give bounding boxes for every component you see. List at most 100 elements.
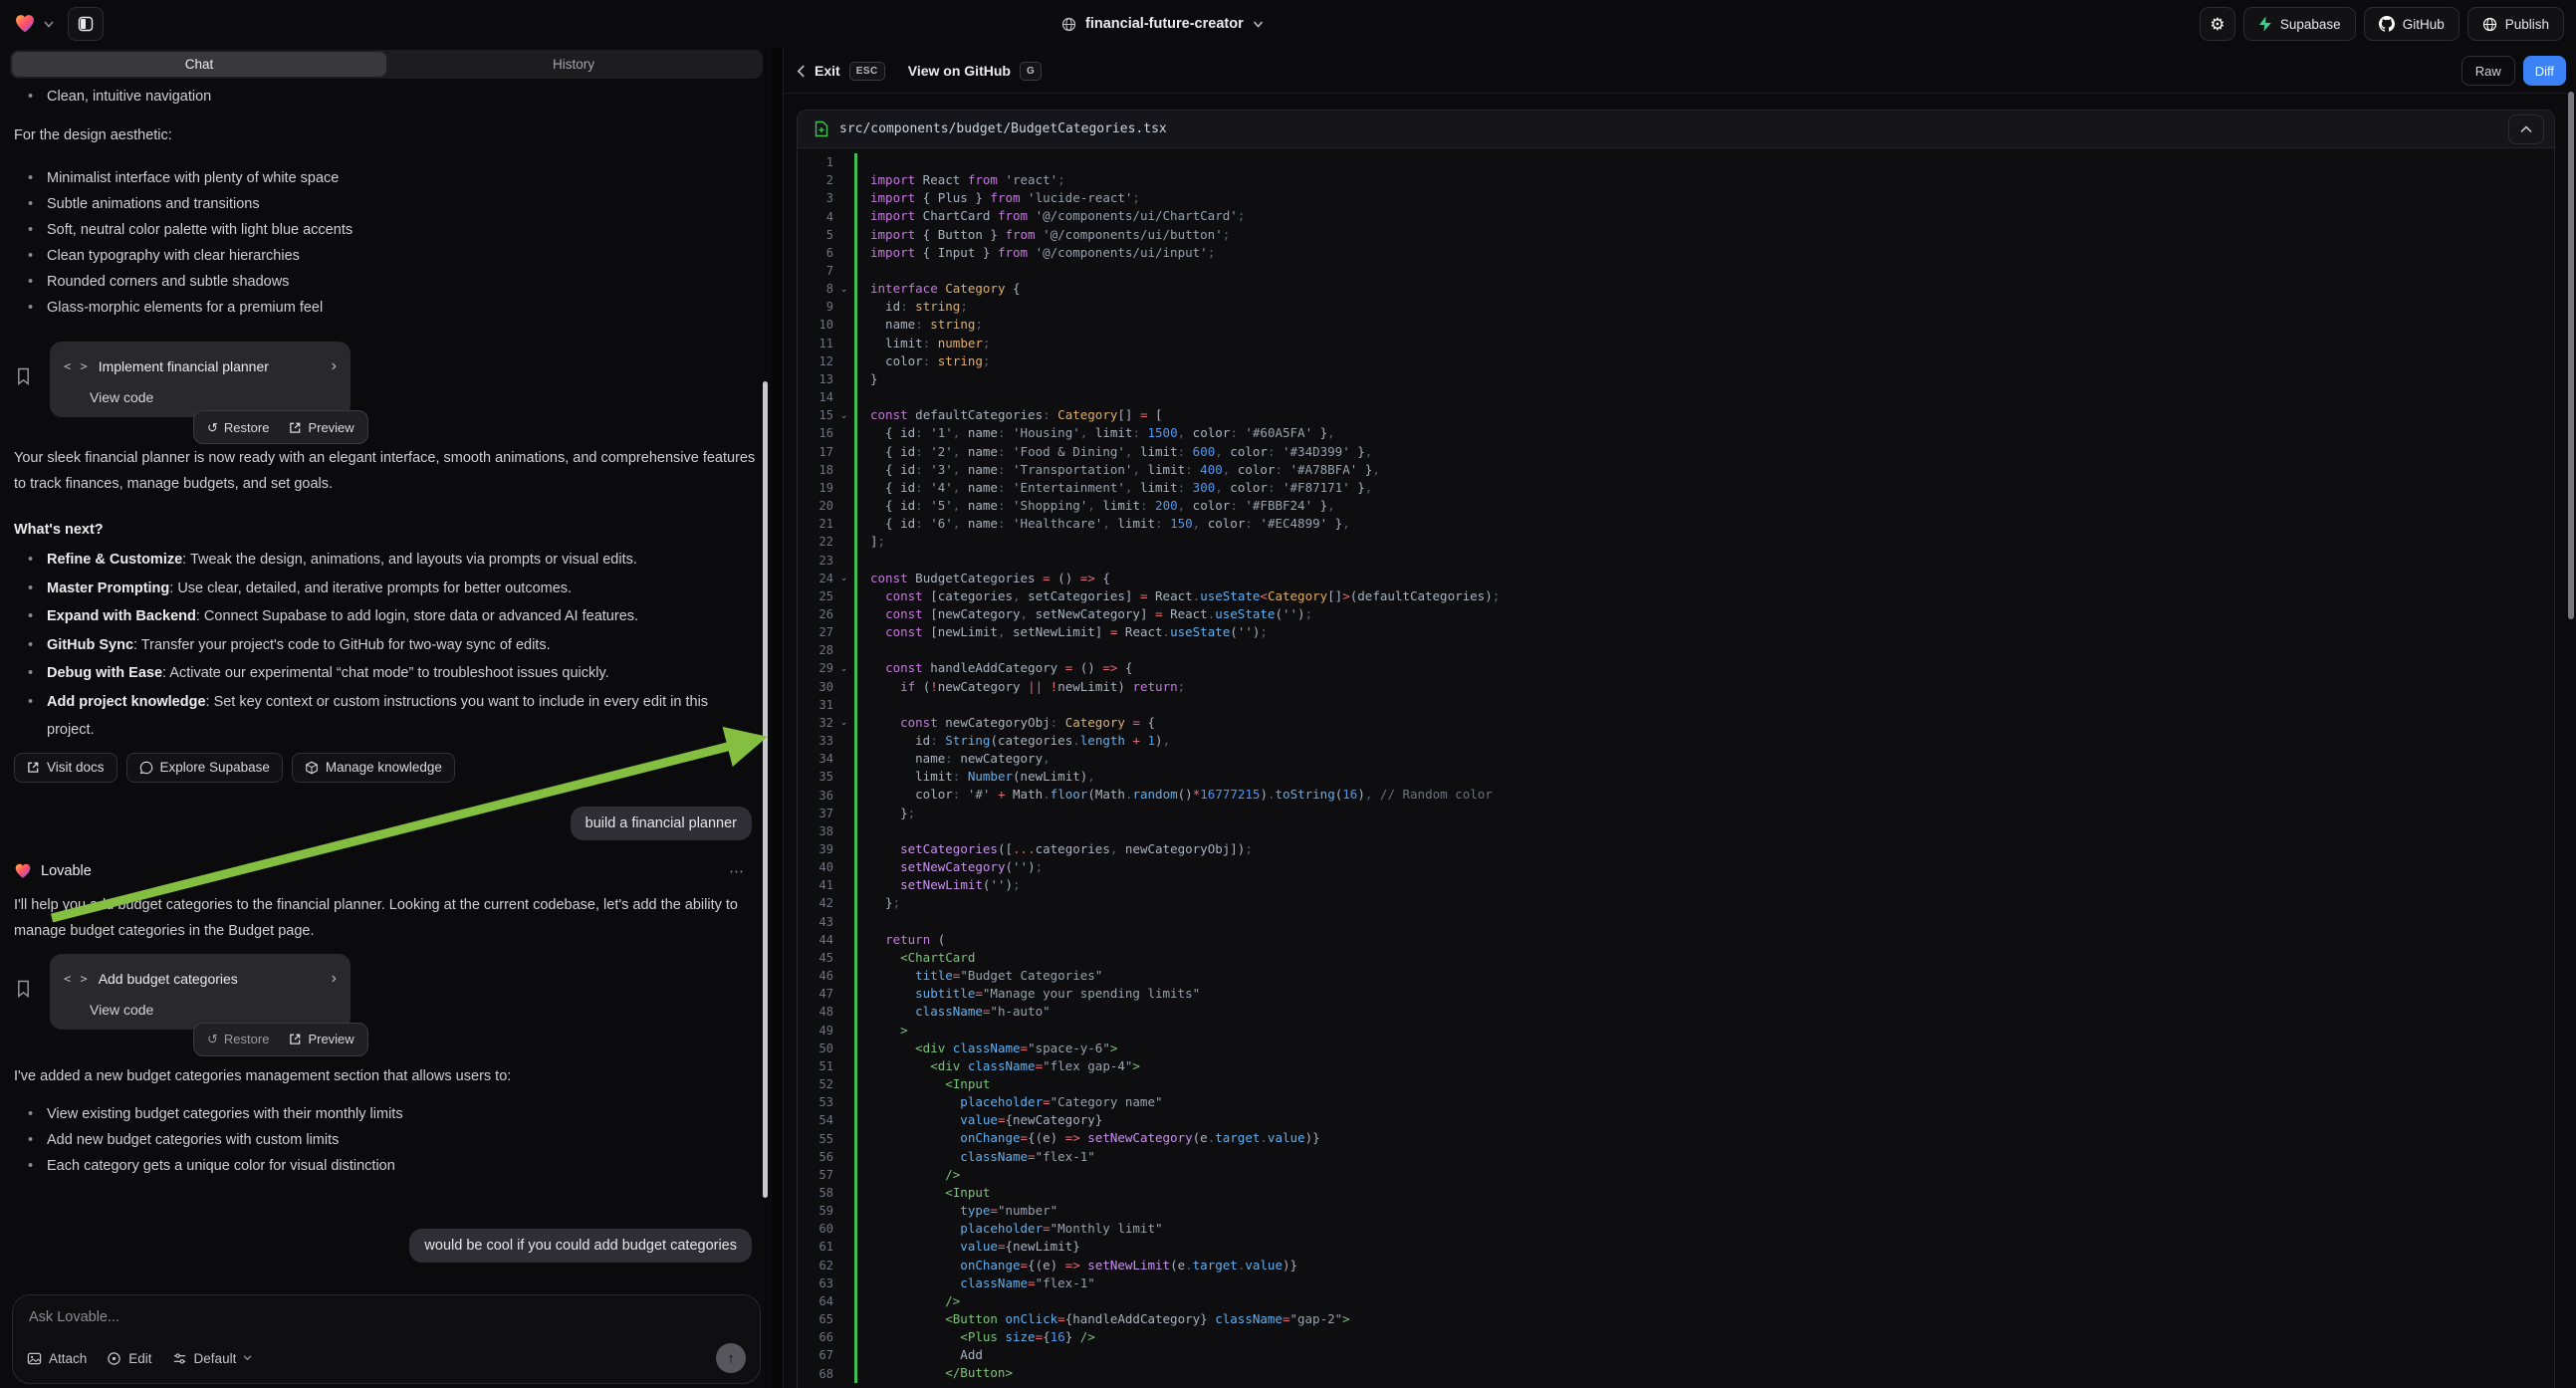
code-line: 59 type="number" (798, 1202, 2554, 1220)
manage-knowledge-button[interactable]: Manage knowledge (292, 753, 455, 783)
code-line: 2import React from 'react'; (798, 171, 2554, 189)
chat-history-tabs: Chat History (10, 50, 763, 79)
list-item: •Minimalist interface with plenty of whi… (14, 165, 758, 191)
code-line: 41 setNewLimit(''); (798, 876, 2554, 894)
code-line: 30 if (!newCategory || !newLimit) return… (798, 678, 2554, 696)
code-line: 21 { id: '6', name: 'Healthcare', limit:… (798, 515, 2554, 533)
code-line: 49 > (798, 1022, 2554, 1040)
list-item: •Soft, neutral color palette with light … (14, 217, 758, 243)
tab-history[interactable]: History (386, 52, 761, 77)
design-bullet-list: •Minimalist interface with plenty of whi… (14, 165, 758, 321)
code-line: 6import { Input } from '@/components/ui/… (798, 244, 2554, 262)
code-line: 50 <div className="space-y-6"> (798, 1040, 2554, 1057)
raw-toggle-button[interactable]: Raw (2461, 56, 2515, 86)
code-line: 27 const [newLimit, setNewLimit] = React… (798, 623, 2554, 641)
supabase-button[interactable]: Supabase (2243, 7, 2356, 41)
bookmark-icon[interactable] (16, 954, 50, 1030)
chat-scroll-area[interactable]: •Clean, intuitive navigation For the des… (0, 84, 772, 1288)
whats-next-heading: What's next? (14, 517, 758, 543)
user-message: would be cool if you could add budget ca… (409, 1229, 752, 1263)
list-item: •Debug with Ease: Activate our experimen… (14, 659, 758, 688)
code-line: 45 <ChartCard (798, 949, 2554, 967)
list-item: •Clean, intuitive navigation (14, 84, 758, 110)
preview-button[interactable]: Preview (280, 420, 362, 435)
code-line: 55 onChange={(e) => setNewCategory(e.tar… (798, 1129, 2554, 1147)
code-line: 33 id: String(categories.length + 1), (798, 732, 2554, 750)
code-line: 19 { id: '4', name: 'Entertainment', lim… (798, 479, 2554, 497)
composer[interactable]: Ask Lovable... Attach Edit Default ↑ (12, 1294, 761, 1384)
code-panel-scrollbar[interactable] (2568, 92, 2574, 619)
restore-button[interactable]: ↺Restore (198, 420, 278, 435)
diff-toggle-button[interactable]: Diff (2523, 56, 2566, 86)
send-button[interactable]: ↑ (716, 1343, 746, 1373)
explore-supabase-button[interactable]: Explore Supabase (126, 753, 283, 783)
list-item: •Rounded corners and subtle shadows (14, 269, 758, 295)
file-path: src/components/budget/BudgetCategories.t… (839, 121, 2508, 136)
settings-button[interactable]: ⚙ (2200, 7, 2235, 41)
code-line: 18 { id: '3', name: 'Transportation', li… (798, 461, 2554, 479)
restore-icon: ↺ (207, 421, 218, 434)
lovable-heart-icon (14, 862, 32, 880)
topbar: financial-future-creator ⚙ Supabase GitH… (0, 0, 2576, 48)
list-item: •GitHub Sync: Transfer your project's co… (14, 631, 758, 660)
chevron-right-icon: › (332, 970, 337, 988)
file-header[interactable]: src/components/budget/BudgetCategories.t… (798, 111, 2554, 148)
back-chevron-icon[interactable] (797, 65, 806, 78)
code-line: 39 setCategories([...categories, newCate… (798, 840, 2554, 858)
file-card: src/components/budget/BudgetCategories.t… (797, 110, 2555, 1388)
composer-toolbar: Attach Edit Default ↑ (27, 1343, 746, 1373)
bookmark-icon[interactable] (16, 342, 50, 417)
code-lines[interactable]: 1 2import React from 'react';3import { P… (798, 148, 2554, 1383)
sidebar-toggle-button[interactable] (68, 7, 104, 41)
code-line: 65 <Button onClick={handleAddCategory} c… (798, 1310, 2554, 1328)
list-item: •Each category gets a unique color for v… (14, 1153, 758, 1179)
code-line: 68 </Button> (798, 1364, 2554, 1382)
code-line: 60 placeholder="Monthly limit" (798, 1220, 2554, 1238)
code-line: 52 <Input (798, 1075, 2554, 1093)
exit-button[interactable]: Exit (815, 63, 840, 79)
github-button[interactable]: GitHub (2364, 7, 2459, 41)
list-item: •Clean typography with clear hierarchies (14, 243, 758, 269)
code-view-header: Exit ESC View on GitHub G Raw Diff (783, 48, 2576, 94)
more-options-icon[interactable]: ⋯ (729, 862, 758, 880)
edit-button[interactable]: Edit (107, 1351, 151, 1366)
tab-chat[interactable]: Chat (12, 52, 386, 77)
code-line: 7 (798, 262, 2554, 280)
view-code-link[interactable]: View code (90, 1002, 337, 1018)
restore-button[interactable]: ↺Restore (198, 1032, 278, 1046)
collapse-file-button[interactable] (2508, 115, 2544, 144)
mode-selector[interactable]: Default (172, 1351, 253, 1366)
card-actions: ↺Restore Preview (193, 410, 368, 444)
tool-card-implement-planner[interactable]: < > Implement financial planner › View c… (50, 342, 351, 417)
project-name: financial-future-creator (1085, 16, 1244, 32)
esc-key-badge: ESC (849, 62, 885, 81)
project-switcher[interactable]: financial-future-creator (1061, 0, 1264, 48)
assistant-summary: Your sleek financial planner is now read… (14, 445, 758, 497)
view-on-github-button[interactable]: View on GitHub (908, 63, 1011, 79)
code-line: 10 name: string; (798, 316, 2554, 334)
restore-icon: ↺ (207, 1033, 218, 1045)
code-line: 32⌄ const newCategoryObj: Category = { (798, 714, 2554, 732)
assistant-header: Lovable ⋯ (14, 862, 758, 880)
attach-button[interactable]: Attach (27, 1351, 87, 1366)
tool-card-add-budget-categories[interactable]: < > Add budget categories › View code ↺R… (50, 954, 351, 1030)
publish-button[interactable]: Publish (2467, 7, 2564, 41)
code-line: 9 id: string; (798, 298, 2554, 316)
assistant-reply: I'll help you add budget categories to t… (14, 892, 758, 944)
tool-card-row: < > Add budget categories › View code ↺R… (16, 954, 758, 1030)
next-steps-list: •Refine & Customize: Tweak the design, a… (14, 546, 758, 745)
code-line: 3import { Plus } from 'lucide-react'; (798, 189, 2554, 207)
external-link-icon (27, 761, 40, 774)
lovable-logo-icon[interactable] (14, 13, 36, 35)
chat-scrollbar[interactable] (763, 381, 768, 1198)
logo-chevron-down-icon[interactable] (44, 21, 54, 28)
code-line: 13} (798, 370, 2554, 388)
list-item: •Glass-morphic elements for a premium fe… (14, 295, 758, 321)
visit-docs-button[interactable]: Visit docs (14, 753, 117, 783)
assistant-name: Lovable (41, 863, 720, 879)
preview-button[interactable]: Preview (280, 1032, 362, 1046)
list-item: •Expand with Backend: Connect Supabase t… (14, 602, 758, 631)
view-code-link[interactable]: View code (90, 389, 337, 405)
composer-input[interactable]: Ask Lovable... (29, 1309, 744, 1325)
features-list: •View existing budget categories with th… (14, 1101, 758, 1179)
